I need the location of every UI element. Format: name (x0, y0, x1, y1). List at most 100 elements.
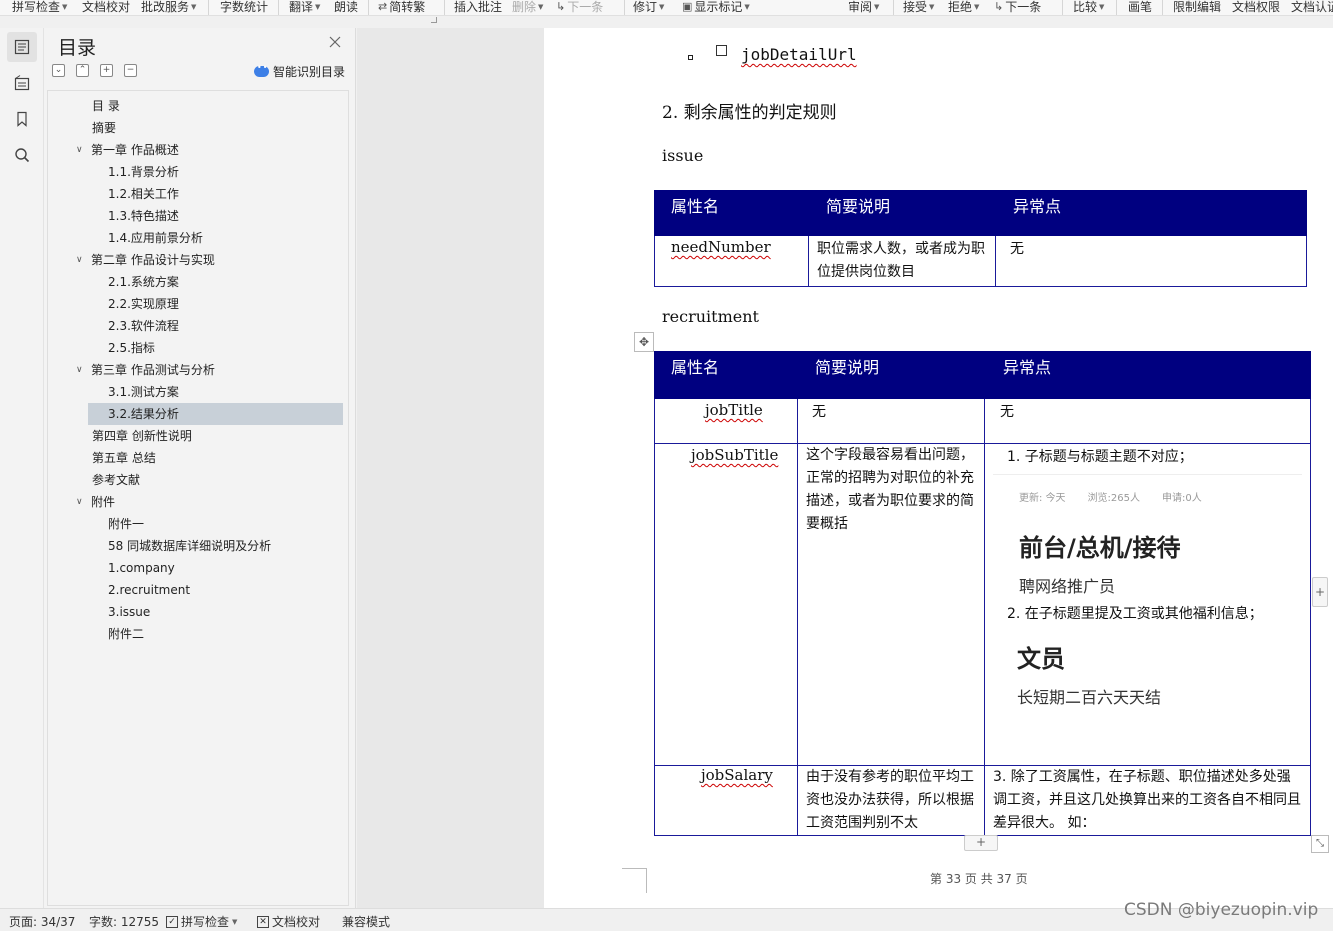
chevron-down-icon: ▼ (191, 2, 197, 11)
chevron-down-icon: ▼ (974, 2, 980, 11)
toc-item[interactable]: 2.3.软件流程 (108, 315, 179, 337)
toc-item-selected[interactable]: 3.2.结果分析 (108, 403, 179, 425)
toc-item[interactable]: 1.2.相关工作 (108, 183, 179, 205)
toc-chapter[interactable]: ∨ 第二章 作品设计与实现 (76, 249, 215, 271)
spell-check-button[interactable]: 拼写检查 ▼ (12, 0, 67, 15)
toc-item[interactable]: 1.3.特色描述 (108, 205, 179, 227)
attr-name-cell[interactable]: needNumber (654, 235, 809, 287)
toc-item[interactable]: 第五章 总结 (92, 447, 156, 469)
collapse-all-icon[interactable]: ⌄ (52, 64, 65, 77)
section-heading: 2. 剩余属性的判定规则 (662, 103, 837, 123)
chevron-down-icon: ▼ (315, 2, 321, 11)
chevron-down-icon: ▼ (538, 2, 544, 11)
smart-toc-button[interactable]: 智能识别目录 (254, 63, 345, 80)
add-row-button[interactable]: + (964, 835, 998, 851)
toc-item[interactable]: 2.5.指标 (108, 337, 155, 359)
add-heading-icon[interactable]: + (100, 64, 113, 77)
toc-item[interactable]: 1.1.背景分析 (108, 161, 179, 183)
toc-item[interactable]: 58 同城数据库详细说明及分析 (108, 535, 271, 557)
chevron-down-icon[interactable]: ∨ (76, 491, 83, 513)
toc-item[interactable]: 第四章 创新性说明 (92, 425, 192, 447)
attr-desc-cell[interactable]: 由于没有参考的职位平均工资也没办法获得，所以根据工资范围判别不太 (797, 765, 985, 836)
toc-item[interactable]: 附件一 (108, 513, 144, 535)
attr-anomaly-cell[interactable]: 无 (995, 235, 1307, 287)
attr-anomaly-cell[interactable]: 无 (984, 398, 1311, 444)
chevron-down-icon: ▼ (62, 2, 68, 11)
side-rail (0, 28, 44, 908)
doc-proof-button[interactable]: 文档校对 (82, 0, 130, 15)
job-meta-row: 更新: 今天 浏览:265人 申请:0人 (1019, 493, 1202, 504)
translate-button[interactable]: 翻译 ▼ (289, 0, 320, 15)
accept-button[interactable]: 接受 ▼ (903, 0, 934, 15)
table-resize-handle-icon[interactable]: ⤡ (1311, 835, 1329, 853)
simplified-traditional-button[interactable]: ⇄ 简转繁 (378, 0, 425, 15)
toc-chapter[interactable]: ∨ 第一章 作品概述 (76, 139, 179, 161)
outline-icon[interactable] (7, 68, 37, 98)
anomaly-point: 1. 子标题与标题主题不对应； (1007, 449, 1193, 465)
table-row: jobTitle 无 无 (654, 398, 1311, 444)
page-footer: 第 33 页 共 37 页 (930, 872, 1028, 886)
doc-proof-toggle[interactable]: ✕ 文档校对 (257, 913, 320, 930)
attr-anomaly-cell[interactable]: 1. 子标题与标题主题不对应； 更新: 今天 浏览:265人 申请:0人 前台/… (984, 443, 1311, 766)
toc-item[interactable]: 目 录 (92, 95, 120, 117)
spell-check-toggle[interactable]: ✓ 拼写检查 ▼ (166, 913, 237, 930)
toc-item[interactable]: 3.1.测试方案 (108, 381, 179, 403)
attr-desc-cell[interactable]: 职位需求人数，或者成为职位提供岗位数目 (808, 235, 996, 287)
pen-button[interactable]: 画笔 (1128, 0, 1152, 15)
bookmark-icon[interactable] (7, 104, 37, 134)
attr-name-cell[interactable]: jobSubTitle (654, 443, 798, 766)
attr-anomaly-cell[interactable]: 3. 除了工资属性，在子标题、职位描述处多处强调工资，并且这几处换算出来的工资各… (984, 765, 1311, 836)
toc-chapter[interactable]: ∨ 第三章 作品测试与分析 (76, 359, 215, 381)
toc-item[interactable]: 附件二 (108, 623, 144, 645)
doc-certify-button[interactable]: 文档认证 (1291, 0, 1333, 15)
page-corner-mark (622, 868, 647, 893)
watermark: CSDN @biyezuopin.vip (1124, 900, 1319, 920)
attr-name-cell[interactable]: jobSalary (654, 765, 798, 836)
doc-permission-button[interactable]: 文档权限 (1232, 0, 1280, 15)
job-title-example: 前台/总机/接待 (1019, 534, 1181, 562)
restrict-editing-button[interactable]: 限制编辑 (1173, 0, 1221, 15)
reject-button[interactable]: 拒绝 ▼ (948, 0, 979, 15)
next-comment-button[interactable]: ↳ 下一条 (556, 0, 603, 15)
toc-item[interactable]: 1.4.应用前景分析 (108, 227, 203, 249)
toc-item[interactable]: 参考文献 (92, 469, 140, 491)
table-move-handle-icon[interactable]: ✥ (634, 332, 654, 352)
chevron-down-icon[interactable]: ∨ (76, 249, 83, 271)
review-service-button[interactable]: 批改服务 ▼ (141, 0, 196, 15)
review-button[interactable]: 审阅 ▼ (848, 0, 879, 15)
toc-item[interactable]: 2.1.系统方案 (108, 271, 179, 293)
close-icon[interactable] (329, 36, 341, 48)
chevron-down-icon[interactable]: ∨ (76, 359, 83, 381)
page-indicator[interactable]: 页面: 34/37 (9, 913, 75, 930)
attr-desc-cell[interactable]: 无 (797, 398, 985, 444)
remove-heading-icon[interactable]: − (124, 64, 137, 77)
toolbar-divider (208, 0, 209, 15)
chevron-down-icon[interactable]: ∨ (76, 139, 83, 161)
toolbar-divider (893, 0, 894, 15)
toc-item[interactable]: 1.company (108, 557, 175, 579)
next-icon: ↳ (556, 0, 566, 13)
insert-comment-button[interactable]: 插入批注 (454, 0, 502, 15)
show-markup-button[interactable]: ▣ 显示标记 ▼ (682, 0, 750, 15)
issue-table: 属性名 简要说明 异常点 needNumber 职位需求人数，或者成为职位提供岗… (654, 190, 1307, 287)
search-icon[interactable] (7, 140, 37, 170)
word-count-button[interactable]: 字数统计 (220, 0, 268, 15)
toc-item[interactable]: 2.recruitment (108, 579, 190, 601)
next-change-button[interactable]: ↳ 下一条 (994, 0, 1041, 15)
toc-icon[interactable] (7, 32, 37, 62)
expand-up-icon[interactable]: ⌃ (76, 64, 89, 77)
add-column-button[interactable]: + (1312, 577, 1328, 607)
chevron-down-icon: ▼ (659, 2, 665, 11)
toc-item[interactable]: 摘要 (92, 117, 116, 139)
toc-item[interactable]: 2.2.实现原理 (108, 293, 179, 315)
word-count[interactable]: 字数: 12755 (89, 913, 159, 930)
read-aloud-button[interactable]: 朗读 (334, 0, 358, 15)
toc-chapter[interactable]: ∨ 附件 (76, 491, 115, 513)
track-changes-button[interactable]: 修订 ▼ (633, 0, 664, 15)
attr-desc-cell[interactable]: 这个字段最容易看出问题，正常的招聘为对职位的补充描述，或者为职位要求的简要概括 (797, 443, 985, 766)
toc-item[interactable]: 3.issue (108, 601, 150, 623)
compare-button[interactable]: 比较 ▼ (1073, 0, 1104, 15)
convert-icon: ⇄ (378, 0, 388, 13)
delete-comment-button[interactable]: 删除 ▼ (512, 0, 543, 15)
attr-name-cell[interactable]: jobTitle (654, 398, 798, 444)
